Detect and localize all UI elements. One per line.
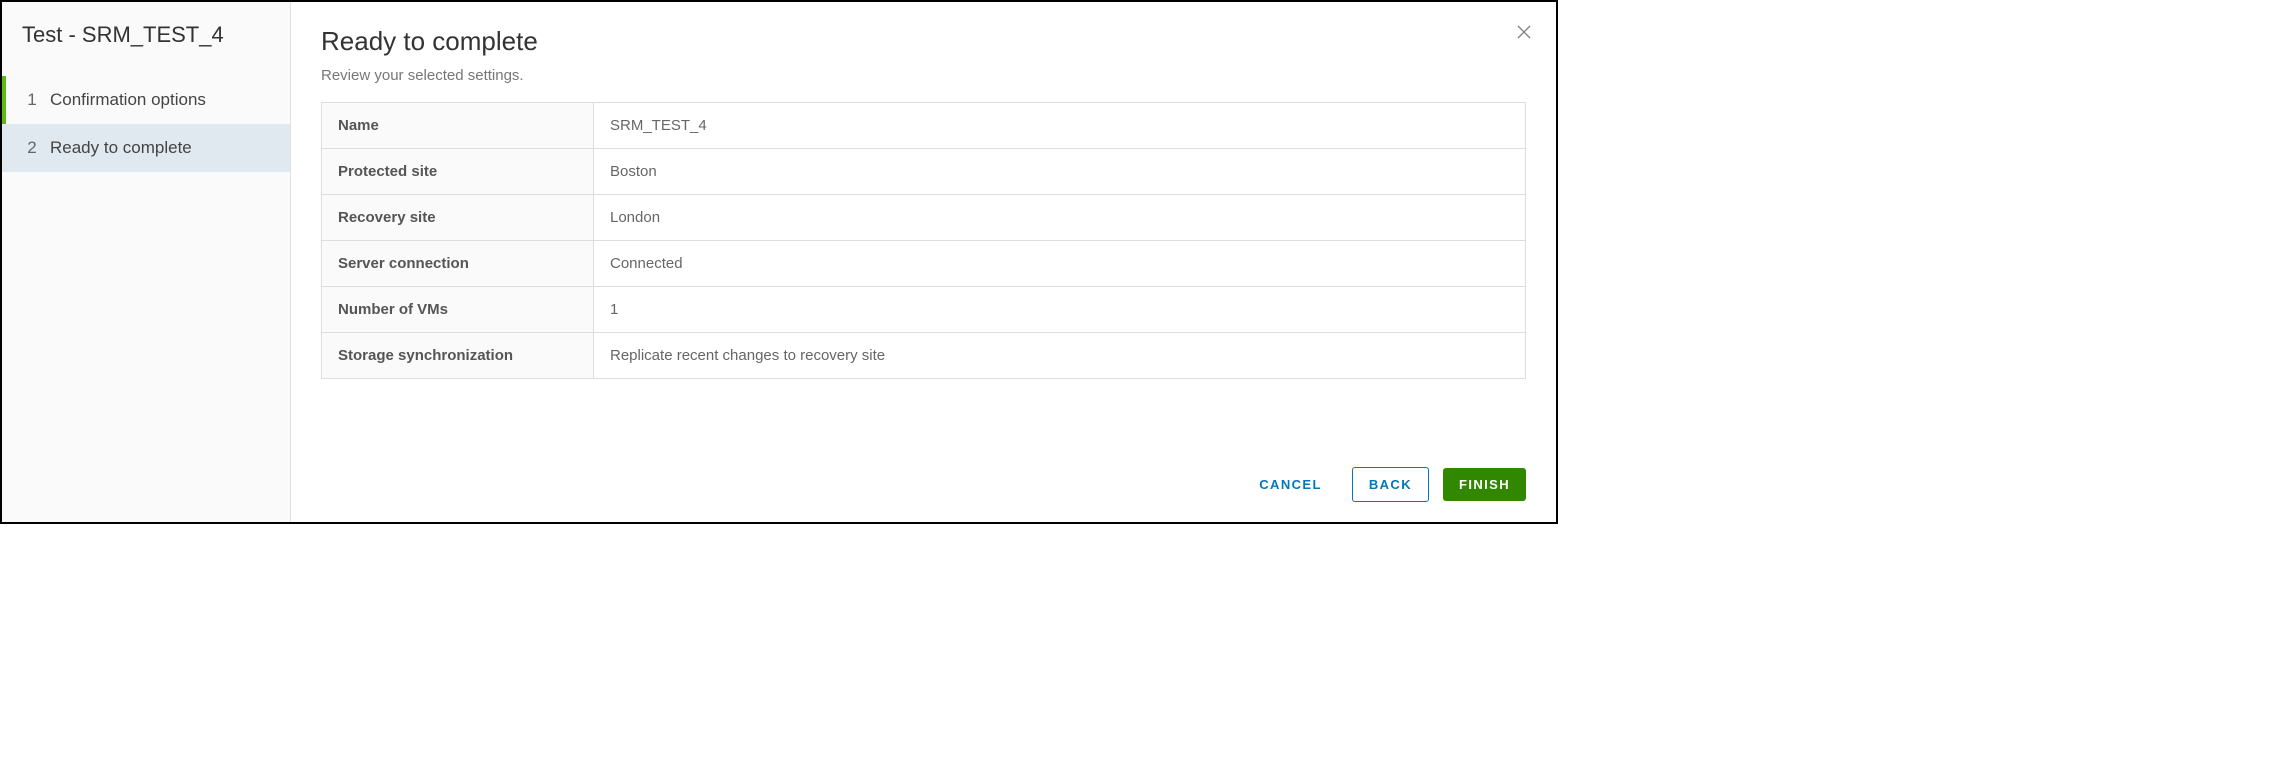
finish-button[interactable]: Finish <box>1443 468 1526 501</box>
summary-value: 1 <box>594 287 1526 333</box>
table-row: Recovery site London <box>322 195 1526 241</box>
summary-key: Storage synchronization <box>322 333 594 379</box>
step-number: 1 <box>22 90 42 110</box>
summary-value: Replicate recent changes to recovery sit… <box>594 333 1526 379</box>
summary-value: SRM_TEST_4 <box>594 103 1526 149</box>
back-button[interactable]: Back <box>1352 467 1429 502</box>
table-row: Number of VMs 1 <box>322 287 1526 333</box>
step-label: Confirmation options <box>42 90 206 110</box>
table-row: Storage synchronization Replicate recent… <box>322 333 1526 379</box>
step-label: Ready to complete <box>42 138 192 158</box>
close-icon[interactable] <box>1516 24 1532 40</box>
summary-key: Protected site <box>322 149 594 195</box>
content-title: Ready to complete <box>321 26 1526 57</box>
table-row: Protected site Boston <box>322 149 1526 195</box>
step-confirmation-options[interactable]: 1 Confirmation options <box>2 76 290 124</box>
summary-value: Boston <box>594 149 1526 195</box>
summary-key: Name <box>322 103 594 149</box>
content-subtitle: Review your selected settings. <box>321 67 1526 84</box>
summary-key: Recovery site <box>322 195 594 241</box>
step-number: 2 <box>22 138 42 158</box>
summary-table: Name SRM_TEST_4 Protected site Boston Re… <box>321 102 1526 379</box>
cancel-button[interactable]: Cancel <box>1243 468 1338 501</box>
table-row: Server connection Connected <box>322 241 1526 287</box>
summary-value: London <box>594 195 1526 241</box>
wizard-dialog: Test - SRM_TEST_4 1 Confirmation options… <box>0 0 1558 524</box>
wizard-content: Ready to complete Review your selected s… <box>291 2 1556 522</box>
summary-key: Number of VMs <box>322 287 594 333</box>
table-row: Name SRM_TEST_4 <box>322 103 1526 149</box>
step-ready-to-complete[interactable]: 2 Ready to complete <box>2 124 290 172</box>
wizard-actions: Cancel Back Finish <box>321 443 1526 502</box>
summary-value: Connected <box>594 241 1526 287</box>
wizard-sidebar: Test - SRM_TEST_4 1 Confirmation options… <box>2 2 291 522</box>
wizard-title: Test - SRM_TEST_4 <box>2 22 290 76</box>
summary-key: Server connection <box>322 241 594 287</box>
